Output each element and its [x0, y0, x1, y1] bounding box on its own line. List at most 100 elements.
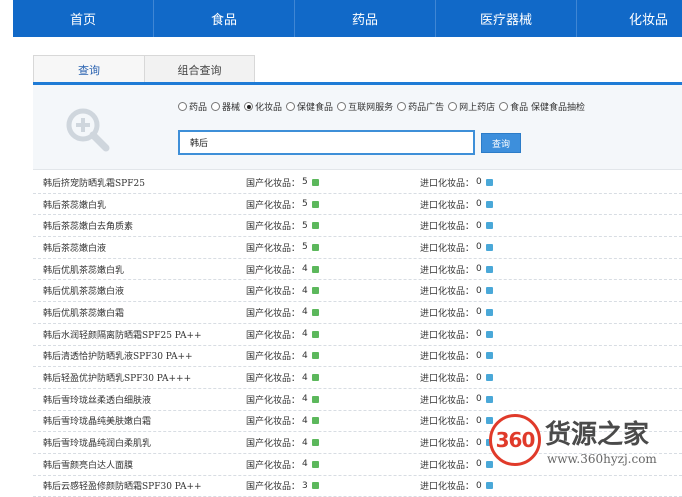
import-marker-icon[interactable] [485, 287, 493, 295]
domestic-marker-icon[interactable] [311, 222, 319, 230]
product-name-link[interactable]: 韩后清透恰护防晒乳液SPF30 PA++ [43, 349, 193, 362]
domestic-count-value[interactable]: 3 [302, 481, 308, 491]
tab-query[interactable]: 查询 [33, 55, 145, 89]
radio-button-icon[interactable] [286, 102, 296, 111]
domestic-marker-icon[interactable] [311, 265, 319, 273]
product-name-link[interactable]: 韩后雪玲珑晶纯美肤嫩白霜 [43, 414, 151, 427]
domestic-count-value[interactable]: 5 [302, 221, 308, 231]
domestic-marker-icon[interactable] [311, 352, 319, 360]
nav-item-drugs[interactable]: 药品 [295, 0, 436, 37]
radio-devices[interactable]: 器械 [211, 100, 240, 113]
product-name-link[interactable]: 韩后茶蕊嫩白液 [43, 241, 106, 254]
domestic-count-value[interactable]: 4 [302, 264, 308, 274]
domestic-count-value[interactable]: 5 [302, 177, 308, 187]
import-marker-icon[interactable] [485, 243, 493, 251]
import-marker-icon[interactable] [485, 330, 493, 338]
radio-drug-ads[interactable]: 药品广告 [397, 100, 444, 113]
nav-item-medical-devices[interactable]: 医疗器械 [436, 0, 577, 37]
import-count-value[interactable]: 0 [476, 221, 482, 231]
domestic-count-value[interactable]: 4 [302, 438, 308, 448]
domestic-count-value[interactable]: 4 [302, 373, 308, 383]
radio-food-sampling[interactable]: 食品 保健食品抽检 [499, 100, 585, 113]
product-name-link[interactable]: 韩后雪玲珑晶纯润白柔肌乳 [43, 436, 151, 449]
import-marker-icon[interactable] [485, 374, 493, 382]
domestic-count-value[interactable]: 4 [302, 329, 308, 339]
import-marker-icon[interactable] [485, 482, 493, 490]
import-marker-icon[interactable] [485, 222, 493, 230]
domestic-label: 国产化妆品： [246, 287, 301, 298]
import-marker-icon[interactable] [485, 265, 493, 273]
import-marker-icon[interactable] [485, 200, 493, 208]
product-name-link[interactable]: 韩后优肌茶蕊嫩白霜 [43, 306, 124, 319]
product-name-link[interactable]: 韩后茶蕊嫩白去角质素 [43, 219, 133, 232]
domestic-marker-icon[interactable] [311, 460, 319, 468]
product-name-link[interactable]: 韩后优肌茶蕊嫩白乳 [43, 263, 124, 276]
product-name-link[interactable]: 韩后水润轻颜隔离防晒霜SPF25 PA++ [43, 328, 202, 341]
import-count-value[interactable]: 0 [476, 373, 482, 383]
product-name-link[interactable]: 韩后雪颜亮白达人面膜 [43, 458, 133, 471]
domestic-count-value[interactable]: 4 [302, 351, 308, 361]
domestic-marker-icon[interactable] [311, 439, 319, 447]
radio-button-icon[interactable] [178, 102, 187, 111]
import-marker-icon[interactable] [485, 352, 493, 360]
product-name-link[interactable]: 韩后挤宠防晒乳霜SPF25 [43, 176, 145, 189]
domestic-marker-icon[interactable] [311, 178, 319, 186]
radio-drugs[interactable]: 药品 [178, 100, 207, 113]
domestic-count-value[interactable]: 4 [302, 286, 308, 296]
import-count-value[interactable]: 0 [476, 286, 482, 296]
domestic-marker-icon[interactable] [311, 308, 319, 316]
import-count-value[interactable]: 0 [476, 351, 482, 361]
radio-button-icon[interactable] [211, 102, 221, 111]
import-marker-icon[interactable] [485, 308, 493, 316]
radio-health-food[interactable]: 保健食品 [286, 100, 333, 113]
domestic-count-value[interactable]: 4 [302, 459, 308, 469]
nav-item-food[interactable]: 食品 [154, 0, 295, 37]
search-input[interactable]: 韩后 [178, 130, 475, 155]
radio-online-pharmacy[interactable]: 网上药店 [448, 100, 495, 113]
domestic-marker-icon[interactable] [311, 200, 319, 208]
domestic-marker-icon[interactable] [311, 243, 319, 251]
import-count-value[interactable]: 0 [476, 177, 482, 187]
import-count-value[interactable]: 0 [476, 481, 482, 491]
radio-button-icon[interactable] [448, 102, 458, 111]
domestic-count-value[interactable]: 4 [302, 307, 308, 317]
product-name-link[interactable]: 韩后雪玲珑丝柔透白细肤液 [43, 393, 151, 406]
domestic-count-value[interactable]: 5 [302, 242, 308, 252]
radio-cosmetics[interactable]: 化妆品 [244, 100, 282, 113]
product-name-link[interactable]: 韩后优肌茶蕊嫩白液 [43, 284, 124, 297]
radio-button-icon[interactable] [499, 102, 509, 111]
tab-combined-query[interactable]: 组合查询 [145, 55, 255, 83]
radio-button-icon[interactable] [337, 102, 347, 111]
domestic-marker-icon[interactable] [311, 395, 319, 403]
import-count-value[interactable]: 0 [476, 438, 482, 448]
import-count-value[interactable]: 0 [476, 329, 482, 339]
radio-button-checked-icon[interactable] [244, 102, 254, 111]
domestic-count: 国产化妆品： 4 [246, 306, 319, 319]
domestic-marker-icon[interactable] [311, 482, 319, 490]
domestic-marker-icon[interactable] [311, 374, 319, 382]
nav-item-home[interactable]: 首页 [13, 0, 154, 37]
import-count-value[interactable]: 0 [476, 264, 482, 274]
table-row: 韩后轻盈优护防晒乳SPF30 PA+++ 国产化妆品： 4 进口化妆品： 0 [33, 367, 682, 389]
domestic-count-value[interactable]: 4 [302, 394, 308, 404]
product-name-link[interactable]: 韩后轻盈优护防晒乳SPF30 PA+++ [43, 371, 191, 384]
domestic-count-value[interactable]: 4 [302, 416, 308, 426]
import-marker-icon[interactable] [485, 395, 493, 403]
nav-item-cosmetics[interactable]: 化妆品 [577, 0, 682, 37]
product-name-link[interactable]: 韩后茶蕊嫩白乳 [43, 198, 106, 211]
import-count-value[interactable]: 0 [476, 242, 482, 252]
domestic-marker-icon[interactable] [311, 287, 319, 295]
product-name-link[interactable]: 韩后云感轻盈修颜防晒霜SPF30 PA++ [43, 479, 202, 492]
radio-button-icon[interactable] [397, 102, 407, 111]
domestic-marker-icon[interactable] [311, 330, 319, 338]
search-button[interactable]: 查询 [481, 133, 521, 153]
radio-internet-service[interactable]: 互联网服务 [337, 100, 393, 113]
import-marker-icon[interactable] [485, 178, 493, 186]
domestic-marker-icon[interactable] [311, 417, 319, 425]
import-count-value[interactable]: 0 [476, 459, 482, 469]
import-count-value[interactable]: 0 [476, 416, 482, 426]
import-count-value[interactable]: 0 [476, 394, 482, 404]
import-count-value[interactable]: 0 [476, 307, 482, 317]
import-count-value[interactable]: 0 [476, 199, 482, 209]
domestic-count-value[interactable]: 5 [302, 199, 308, 209]
